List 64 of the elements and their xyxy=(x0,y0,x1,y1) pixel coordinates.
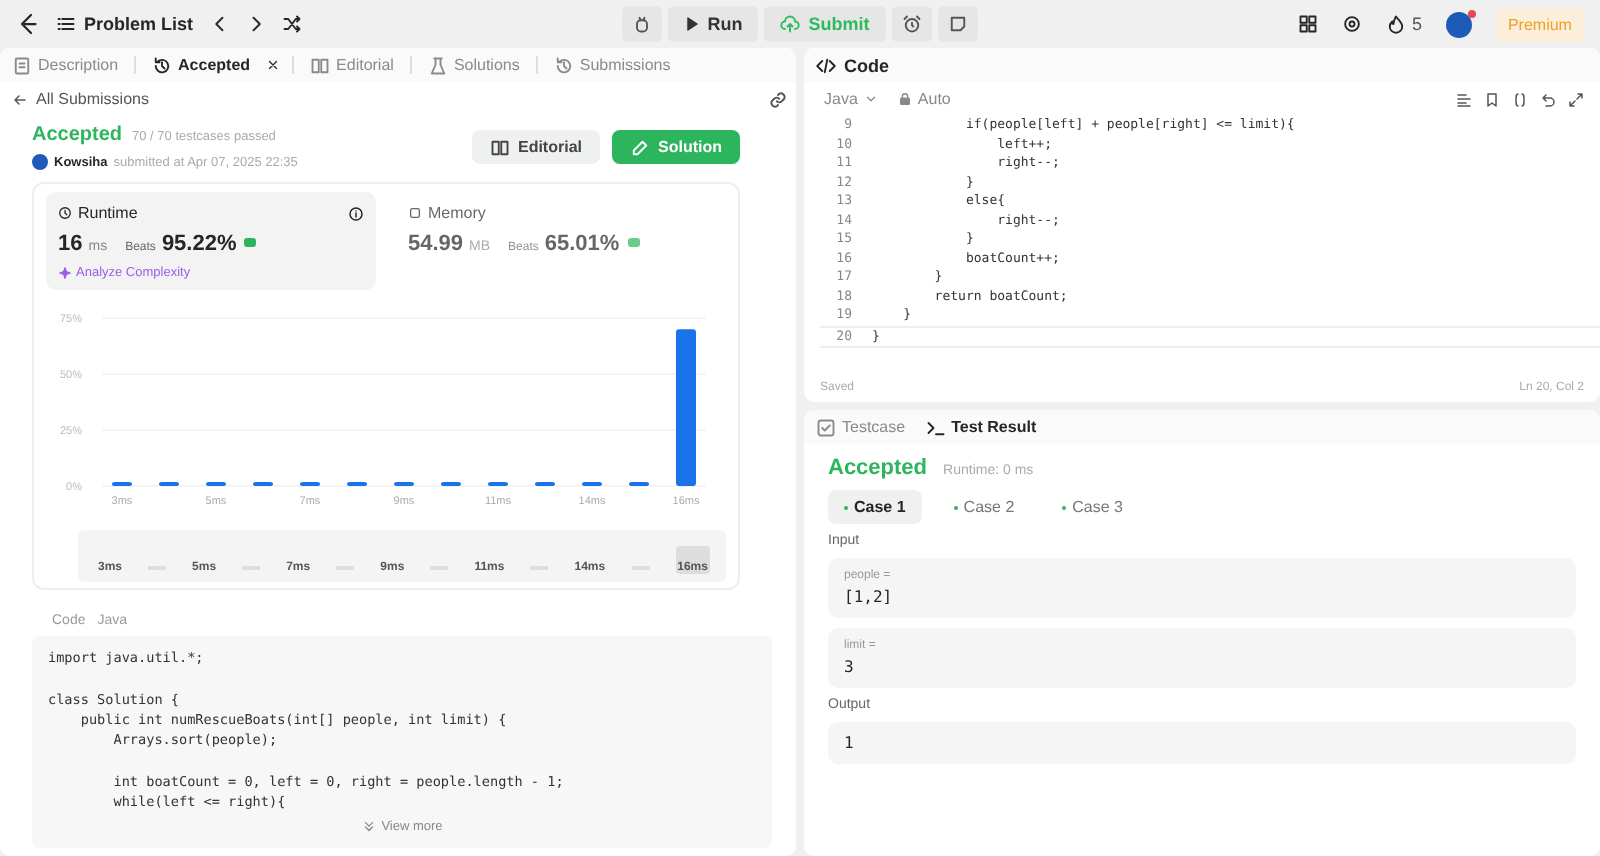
braces-icon xyxy=(1512,91,1528,107)
history-icon xyxy=(152,55,173,75)
stat-value: 54.99 xyxy=(408,232,464,256)
settings-icon xyxy=(1341,14,1362,34)
badge-icon xyxy=(242,234,259,250)
stat-label: Runtime xyxy=(58,204,138,222)
code-icon xyxy=(816,55,836,75)
undo-icon xyxy=(1540,91,1556,107)
book-icon xyxy=(489,137,510,157)
alarm-button[interactable] xyxy=(891,6,932,42)
info-icon xyxy=(348,205,364,221)
run-button[interactable]: Run xyxy=(667,6,759,42)
submission-status: Accepted xyxy=(32,124,123,146)
arrow-left-icon xyxy=(12,91,28,107)
output-value-box: 1 xyxy=(828,722,1576,764)
stat-label: Memory xyxy=(408,204,486,222)
grid-icon xyxy=(1297,14,1318,34)
bookmark-icon xyxy=(1484,91,1500,107)
tab[interactable]: Testcase xyxy=(812,417,910,437)
cloud-upload-icon xyxy=(780,14,801,34)
language-dropdown[interactable]: Java xyxy=(820,90,882,108)
tab[interactable]: Submissions xyxy=(549,55,675,75)
beats-percent: 65.01% xyxy=(544,232,620,256)
flame-icon xyxy=(1385,14,1406,34)
stat-value: 16 xyxy=(58,232,83,256)
sparkle-icon xyxy=(58,266,72,280)
streak-count: 5 xyxy=(1411,14,1422,34)
badge-icon xyxy=(625,234,642,250)
link-icon xyxy=(768,89,788,109)
expand-icon xyxy=(1568,91,1584,107)
debug-button[interactable] xyxy=(621,6,662,42)
close-icon[interactable] xyxy=(266,58,281,72)
terminal-icon xyxy=(925,417,946,437)
play-icon xyxy=(683,16,700,32)
tab[interactable]: Accepted xyxy=(148,55,255,75)
problem-list-button[interactable]: Problem List xyxy=(56,14,194,34)
note-icon xyxy=(947,14,968,34)
chevrons-down-icon xyxy=(361,820,376,835)
flask-icon xyxy=(427,55,448,75)
case-tab[interactable]: Case 1 xyxy=(828,490,922,524)
shuffle-icon xyxy=(281,14,302,34)
edit-icon xyxy=(630,137,650,157)
beats-percent: 95.22% xyxy=(161,232,237,256)
clock-icon xyxy=(58,206,72,220)
editorial-button[interactable]: Editorial xyxy=(471,130,600,164)
alarm-clock-icon xyxy=(901,14,922,34)
case-tab[interactable]: Case 3 xyxy=(1046,490,1140,524)
avatar[interactable] xyxy=(1445,11,1472,37)
mode-label: Auto xyxy=(917,90,951,108)
history-icon xyxy=(553,55,574,75)
lock-icon xyxy=(897,92,912,106)
list-icon xyxy=(56,14,76,34)
all-submissions-link[interactable]: All Submissions xyxy=(12,90,149,108)
result-status: Accepted xyxy=(828,456,928,480)
tab[interactable]: Test Result xyxy=(921,417,1041,437)
book-icon xyxy=(310,55,331,75)
format-icon xyxy=(1456,91,1472,107)
chevron-down-icon xyxy=(863,92,878,106)
avatar xyxy=(32,154,48,170)
case-tab[interactable]: Case 2 xyxy=(937,490,1031,524)
code-panel-title: Code xyxy=(844,55,889,75)
document-icon xyxy=(12,55,32,75)
checkbox-icon xyxy=(816,417,836,437)
note-button[interactable] xyxy=(937,6,978,42)
